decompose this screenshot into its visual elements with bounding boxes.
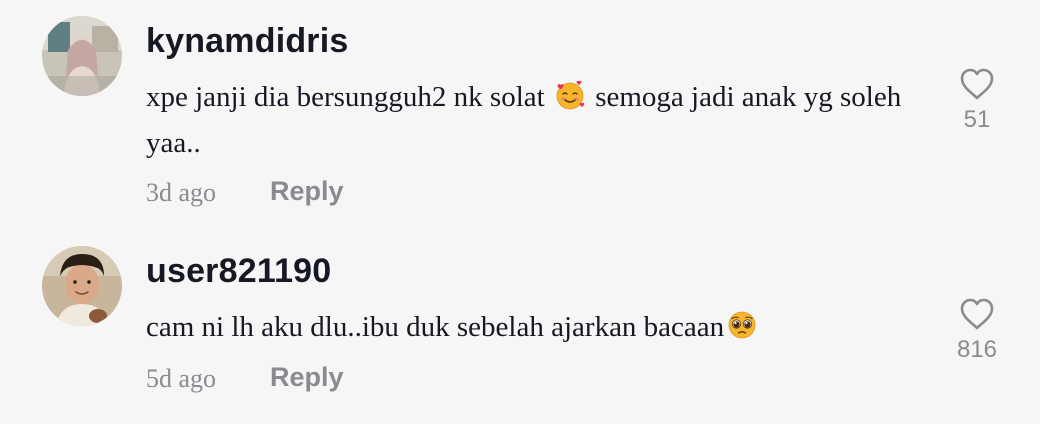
like-button[interactable]: 816 — [944, 296, 1010, 364]
heart-outline-icon[interactable] — [958, 66, 996, 102]
comment-timestamp: 5d ago — [146, 364, 217, 393]
comment-username[interactable]: kynamdidris — [146, 22, 349, 61]
pleading-face-icon — [726, 309, 758, 341]
reply-button[interactable]: Reply — [270, 362, 344, 393]
comment-text: cam ni lh aku dlu..ibu duk sebelah ajark… — [146, 304, 936, 350]
like-count: 51 — [963, 106, 991, 133]
like-button[interactable]: 51 — [944, 66, 1010, 134]
comment-text-part: cam ni lh aku dlu..ibu duk sebelah ajark… — [146, 311, 725, 343]
heart-outline-icon[interactable] — [958, 296, 996, 332]
avatar[interactable] — [42, 16, 122, 96]
comment-username[interactable]: user821190 — [146, 252, 331, 291]
reply-button[interactable]: Reply — [270, 176, 344, 207]
comment-text: xpe janji dia bersungguh2 nk solat semog… — [146, 74, 936, 166]
like-count: 816 — [956, 336, 998, 363]
comment-item: user821190 cam ni lh aku dlu..ibu duk se… — [0, 230, 1040, 424]
comment-item: kynamdidris xpe janji dia bersungguh2 nk… — [0, 0, 1040, 230]
smiling-face-with-hearts-icon — [554, 79, 586, 111]
comment-timestamp: 3d ago — [146, 178, 217, 207]
avatar[interactable] — [42, 246, 122, 326]
comment-text-part: xpe janji dia bersungguh2 nk solat — [146, 81, 545, 113]
